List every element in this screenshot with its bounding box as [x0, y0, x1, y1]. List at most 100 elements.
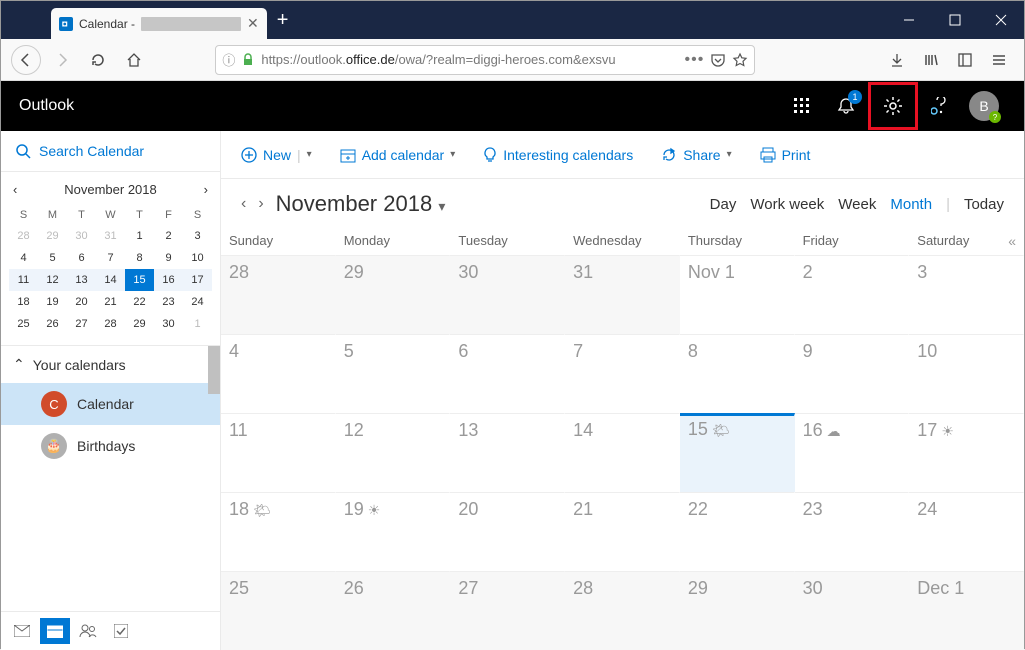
new-tab-button[interactable]: +	[267, 9, 299, 32]
print-button[interactable]: Print	[760, 147, 811, 163]
day-cell[interactable]: 24	[909, 492, 1024, 571]
day-cell[interactable]: 13	[450, 413, 565, 492]
mini-day[interactable]: 30	[67, 225, 96, 247]
day-cell[interactable]: 17☀	[909, 413, 1024, 492]
mini-day[interactable]: 30	[154, 313, 183, 335]
interesting-calendars-button[interactable]: Interesting calendars	[483, 147, 633, 163]
mini-day[interactable]: 27	[67, 313, 96, 335]
sidebar-button[interactable]	[950, 45, 980, 75]
home-button[interactable]	[119, 45, 149, 75]
add-calendar-button[interactable]: Add calendar▾	[340, 147, 456, 163]
mini-day[interactable]: 19	[38, 291, 67, 313]
day-cell[interactable]: 19☀	[336, 492, 451, 571]
prev-period-button[interactable]: ‹	[241, 195, 246, 213]
mini-day[interactable]: 20	[67, 291, 96, 313]
mini-day[interactable]: 9	[154, 247, 183, 269]
mini-month-label[interactable]: November 2018	[64, 182, 157, 197]
next-period-button[interactable]: ›	[258, 195, 263, 213]
mini-day[interactable]: 2	[154, 225, 183, 247]
mini-day[interactable]: 21	[96, 291, 125, 313]
day-cell[interactable]: 27	[450, 571, 565, 650]
day-cell[interactable]: Nov 1	[680, 255, 795, 334]
calendar-list-item[interactable]: CCalendar	[1, 383, 220, 425]
day-cell[interactable]: 9	[795, 334, 910, 413]
settings-button[interactable]	[868, 82, 918, 130]
window-minimize-button[interactable]	[886, 1, 932, 39]
mini-day[interactable]: 29	[38, 225, 67, 247]
mini-day[interactable]: 12	[38, 269, 67, 291]
today-button[interactable]: Today	[964, 196, 1004, 213]
mini-day[interactable]: 28	[96, 313, 125, 335]
day-cell[interactable]: 29	[680, 571, 795, 650]
view-week[interactable]: Week	[838, 196, 876, 213]
month-title[interactable]: November 2018 ▾	[276, 191, 446, 217]
downloads-button[interactable]	[882, 45, 912, 75]
day-cell[interactable]: Dec 1	[909, 571, 1024, 650]
view-day[interactable]: Day	[710, 196, 737, 213]
mini-day[interactable]: 16	[154, 269, 183, 291]
day-cell[interactable]: 16☁	[795, 413, 910, 492]
app-launcher-button[interactable]	[780, 84, 824, 128]
page-actions-icon[interactable]: •••	[685, 51, 705, 69]
day-cell[interactable]: 5	[336, 334, 451, 413]
forward-button[interactable]	[47, 45, 77, 75]
help-button[interactable]	[918, 84, 962, 128]
mini-day[interactable]: 3	[183, 225, 212, 247]
new-event-button[interactable]: New|▾	[241, 147, 312, 163]
people-module-button[interactable]	[73, 618, 103, 644]
mini-day[interactable]: 11	[9, 269, 38, 291]
day-cell[interactable]: 4	[221, 334, 336, 413]
mini-day[interactable]: 6	[67, 247, 96, 269]
mini-day[interactable]: 1	[125, 225, 154, 247]
mini-day[interactable]: 7	[96, 247, 125, 269]
mini-day[interactable]: 14	[96, 269, 125, 291]
mini-day[interactable]: 4	[9, 247, 38, 269]
day-cell[interactable]: 21	[565, 492, 680, 571]
mini-day[interactable]: 17	[183, 269, 212, 291]
pocket-icon[interactable]	[710, 52, 726, 68]
day-cell[interactable]: 29	[336, 255, 451, 334]
back-button[interactable]	[11, 45, 41, 75]
day-cell[interactable]: 22	[680, 492, 795, 571]
chevron-down-icon[interactable]: ▾	[450, 149, 455, 160]
bookmark-star-icon[interactable]	[732, 52, 748, 68]
day-cell[interactable]: 6	[450, 334, 565, 413]
mini-day[interactable]: 13	[67, 269, 96, 291]
reload-button[interactable]	[83, 45, 113, 75]
your-calendars-header[interactable]: ⌃ Your calendars	[1, 346, 220, 383]
mini-day[interactable]: 26	[38, 313, 67, 335]
day-cell[interactable]: 31	[565, 255, 680, 334]
view-workweek[interactable]: Work week	[750, 196, 824, 213]
day-cell[interactable]: 25	[221, 571, 336, 650]
day-cell[interactable]: 26	[336, 571, 451, 650]
library-button[interactable]	[916, 45, 946, 75]
chevron-down-icon[interactable]: ▾	[307, 149, 312, 160]
day-cell[interactable]: 7	[565, 334, 680, 413]
collapse-pane-icon[interactable]: «	[1008, 233, 1016, 249]
tasks-module-button[interactable]	[106, 618, 136, 644]
close-tab-icon[interactable]: ✕	[247, 15, 259, 32]
day-cell[interactable]: 2	[795, 255, 910, 334]
mini-day[interactable]: 15	[125, 269, 154, 291]
window-maximize-button[interactable]	[932, 1, 978, 39]
calendar-list-item[interactable]: 🎂Birthdays	[1, 425, 220, 467]
mini-day[interactable]: 1	[183, 313, 212, 335]
mini-day[interactable]: 18	[9, 291, 38, 313]
mini-day[interactable]: 10	[183, 247, 212, 269]
day-cell[interactable]: 12	[336, 413, 451, 492]
day-cell[interactable]: 3	[909, 255, 1024, 334]
prev-month-button[interactable]: ‹	[13, 182, 17, 197]
chevron-down-icon[interactable]: ▾	[727, 149, 732, 160]
address-bar[interactable]: ⓘ https://outlook.office.de/owa/?realm=d…	[215, 45, 755, 75]
share-button[interactable]: Share▾	[661, 147, 731, 163]
day-cell[interactable]: 20	[450, 492, 565, 571]
mini-day[interactable]: 24	[183, 291, 212, 313]
day-cell[interactable]: 11	[221, 413, 336, 492]
mini-day[interactable]: 25	[9, 313, 38, 335]
notifications-button[interactable]: 1	[824, 84, 868, 128]
search-calendar-input[interactable]: Search Calendar	[1, 131, 220, 172]
mini-day[interactable]: 22	[125, 291, 154, 313]
day-cell[interactable]: 18🌤	[221, 492, 336, 571]
scrollbar[interactable]	[208, 346, 220, 467]
info-icon[interactable]: ⓘ	[222, 50, 235, 69]
